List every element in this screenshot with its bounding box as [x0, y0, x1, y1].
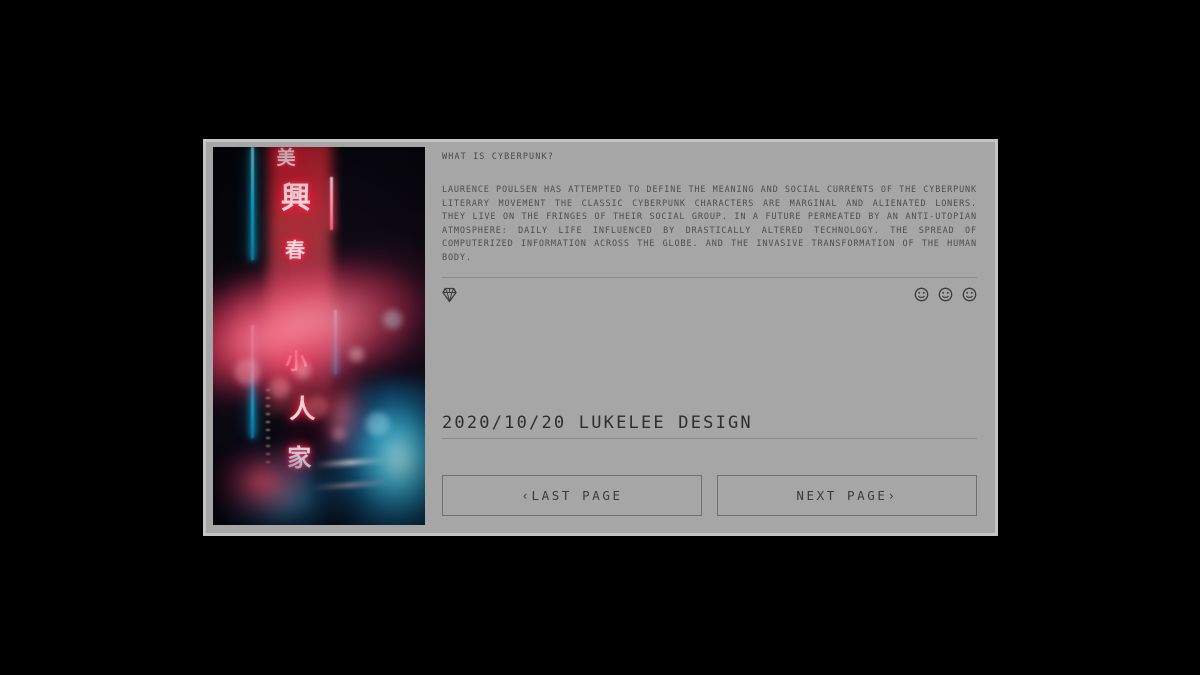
photo-bokeh: [234, 358, 261, 385]
next-page-button[interactable]: NEXT PAGE›: [717, 475, 977, 516]
photo-bokeh: [331, 426, 346, 441]
photo-light-flare: [213, 285, 379, 395]
photo-bokeh: [348, 347, 364, 363]
photo-neon-tube: [329, 177, 333, 231]
article-content: WHAT IS CYBERPUNK? LAURENCE POULSEN HAS …: [442, 150, 977, 532]
cyberpunk-neon-street-photo: 美 興 春 小 人 家: [213, 147, 425, 525]
photo-neon-glyph: 小: [285, 349, 308, 375]
photo-red-glow: [217, 449, 307, 518]
photo-neon-glyph: 美: [276, 147, 296, 170]
page-title: WHAT IS CYBERPUNK?: [442, 152, 554, 162]
photo-neon-sign-column: [268, 147, 332, 412]
smiley-icon-group: [914, 287, 977, 306]
photo-red-glow: [310, 366, 375, 465]
divider-top: [442, 276, 977, 278]
photo-dark-building: [213, 147, 290, 382]
photo-neon-glyph: 人: [289, 394, 316, 425]
photo-window-lights: [266, 388, 270, 465]
byline: 2020/10/20 LUKELEE DESIGN: [442, 413, 753, 433]
smiley-icon-3[interactable]: [962, 287, 977, 306]
photo-neon-glyph: 興: [280, 181, 311, 217]
divider-bottom: [442, 438, 977, 439]
photo-bokeh: [270, 377, 291, 398]
photo-cyan-glow: [327, 381, 425, 525]
photo-cyan-glow: [225, 449, 343, 525]
photo-neon-tube: [251, 147, 255, 261]
article-card: 美 興 春 小 人 家 WHAT IS CYBERPUNK? LAURENCE …: [203, 139, 998, 536]
photo-light-rail: [310, 480, 392, 491]
icon-row: [442, 287, 977, 307]
photo-bokeh: [382, 309, 402, 329]
photo-neon-tube: [333, 309, 337, 374]
photo-bokeh: [293, 362, 311, 380]
photo-neon-glyph: 家: [287, 444, 312, 473]
article-body: LAURENCE POULSEN HAS ATTEMPTED TO DEFINE…: [442, 185, 977, 263]
last-page-button[interactable]: ‹LAST PAGE: [442, 475, 702, 516]
diamond-icon[interactable]: [442, 287, 457, 307]
smiley-icon-1[interactable]: [914, 287, 929, 306]
smiley-icon-2[interactable]: [938, 287, 953, 306]
photo-vignette: [213, 147, 425, 525]
photo-neon-glyph: 春: [285, 237, 306, 262]
pagination: ‹LAST PAGE NEXT PAGE›: [442, 475, 977, 516]
photo-light-flare: [213, 231, 425, 419]
photo-light-rail: [314, 457, 387, 468]
photo-bokeh: [306, 396, 329, 419]
photo-neon-tube: [251, 324, 255, 439]
photo-base-layer: [213, 147, 425, 525]
photo-bokeh: [365, 411, 390, 436]
